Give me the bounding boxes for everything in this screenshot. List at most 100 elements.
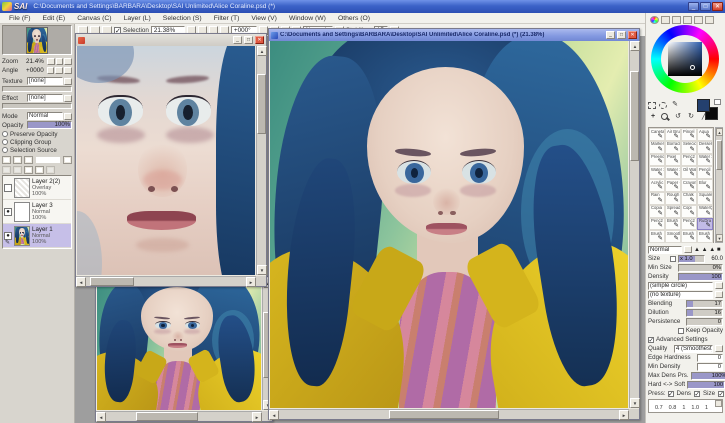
merge-down-button[interactable]: [13, 166, 22, 174]
closeup-canvas-window[interactable]: _ □ ✕ ▲ ▼ ◄ ►: [75, 33, 267, 287]
tool-waterq[interactable]: WaterQ ✎: [697, 204, 713, 218]
min-size-slider[interactable]: 0%: [678, 263, 723, 272]
main-window-titlebar[interactable]: C:\Documents and Settings\BARBARA\Deskto…: [269, 29, 639, 41]
rgb-slider-tab-icon[interactable]: [661, 16, 670, 24]
press-size-checkbox[interactable]: [694, 390, 700, 398]
closeup-close-button[interactable]: ✕: [255, 36, 264, 44]
tool-borracha[interactable]: Borracha✎: [665, 140, 681, 154]
tool-copia[interactable]: Copia ✎: [649, 204, 665, 218]
zoom-tool-icon[interactable]: [661, 112, 670, 122]
quality-dropdown[interactable]: 4 (Smoothest): [674, 344, 713, 353]
tool-brush[interactable]: Brush ✎: [665, 217, 681, 231]
persistence-slider[interactable]: 0: [686, 317, 723, 326]
main-canvas[interactable]: [270, 41, 628, 408]
size-unit-checkbox[interactable]: [670, 255, 676, 262]
dilution-slider[interactable]: 16: [686, 308, 723, 317]
tool-pixel[interactable]: Pixel ✎: [665, 153, 681, 167]
move-tool-icon[interactable]: +: [648, 112, 658, 122]
layer-visibility-checkbox[interactable]: [4, 183, 12, 192]
delete-layer-button[interactable]: [35, 166, 44, 174]
rotate-ccw-tool-icon[interactable]: ↺: [673, 112, 683, 122]
layer-mode-dropdown-button[interactable]: [64, 112, 72, 120]
small-canvas-window[interactable]: ▲ ▼ ◄ ►: [95, 276, 273, 422]
menu-selection[interactable]: Selection (S): [158, 14, 207, 23]
effect-dropdown[interactable]: [none]: [27, 94, 63, 102]
main-vertical-scrollbar[interactable]: ▲ ▼: [629, 41, 640, 408]
color-wheel-tab-icon[interactable]: [650, 16, 659, 24]
brush-size-preset[interactable]: 1: [705, 405, 708, 411]
menu-layer[interactable]: Layer (L): [119, 14, 156, 23]
wand-tool-icon[interactable]: ✎: [670, 100, 680, 110]
tool-oil-water[interactable]: Oil Water✎: [681, 166, 697, 180]
size-slider[interactable]: x 1.0: [678, 254, 705, 263]
brush-size-preset[interactable]: 1: [682, 405, 685, 411]
tool-water-1p0[interactable]: Water 1P0✎: [697, 153, 713, 167]
tool-smooth[interactable]: Smooth ✎: [665, 230, 681, 244]
tool-grid-scrollbar[interactable]: ▲ ▼: [715, 127, 723, 243]
paint-mode-dropdown-button[interactable]: [684, 246, 692, 253]
nav-zoom-reset-button[interactable]: [64, 57, 72, 65]
brush-size-preset[interactable]: 0.7: [655, 405, 663, 411]
tool-acrylic-0-10[interactable]: Acrylic +0/10✎: [649, 179, 665, 192]
new-layer-set-button[interactable]: [24, 156, 33, 164]
closeup-window-titlebar[interactable]: _ □ ✕: [76, 34, 266, 46]
brush-tip-shapes[interactable]: ▲ ▲ ▲ ■: [694, 247, 720, 253]
closeup-canvas[interactable]: [77, 46, 255, 275]
effect-dropdown-button[interactable]: [64, 94, 72, 102]
tool-water-1p0[interactable]: Water 1P0✎: [649, 166, 665, 180]
new-lineart-layer-button[interactable]: [13, 156, 22, 164]
main-maximize-button[interactable]: □: [617, 31, 626, 39]
tool-brush[interactable]: Brush ✎: [681, 230, 697, 244]
tool-rough-n[interactable]: Rough n✎: [665, 191, 681, 205]
layer-visibility-checkbox[interactable]: ●: [4, 207, 12, 216]
tool-paper-0-10[interactable]: Paper +0/10✎: [665, 179, 681, 192]
edge-hardness-field[interactable]: 0: [697, 353, 723, 362]
texture-dropdown[interactable]: [none]: [27, 77, 63, 85]
density-slider[interactable]: 100: [678, 272, 723, 281]
lasso-tool-icon[interactable]: [659, 101, 667, 109]
app-minimize-button[interactable]: _: [688, 2, 699, 11]
swap-color-swatch[interactable]: [714, 99, 721, 105]
menu-others[interactable]: Others (O): [333, 14, 375, 23]
nav-zoom-out-button[interactable]: [46, 57, 55, 65]
marquee-tool-icon[interactable]: [648, 101, 656, 109]
main-minimize-button[interactable]: _: [606, 31, 615, 39]
tool-pincel[interactable]: Pincel ✎: [681, 128, 697, 141]
color-mixer-tab-icon[interactable]: [683, 16, 692, 24]
max-dens-prs--slider[interactable]: 100%: [690, 371, 725, 380]
main-horizontal-scrollbar[interactable]: ◄ ►: [269, 409, 629, 420]
color-wheel[interactable]: [648, 25, 723, 97]
layer-opacity-slider[interactable]: 100%: [27, 121, 72, 129]
small-canvas[interactable]: [97, 278, 261, 410]
hsv-slider-tab-icon[interactable]: [672, 16, 681, 24]
blending-slider[interactable]: 17: [686, 299, 723, 308]
preset-scrollbar-button[interactable]: [715, 400, 722, 407]
scratchpad-tab-icon[interactable]: [705, 16, 714, 24]
hard-soft-slider[interactable]: 100: [687, 380, 725, 389]
menu-window[interactable]: Window (W): [284, 14, 331, 23]
foreground-color-swatch[interactable]: [697, 99, 710, 112]
tool-desselec[interactable]: Desselec✎: [697, 140, 713, 154]
swatches-tab-icon[interactable]: [694, 16, 703, 24]
layer-panel-option-button[interactable]: [63, 156, 72, 164]
menu-file[interactable]: File (F): [4, 14, 36, 23]
nav-zoom-in-button[interactable]: [55, 57, 64, 65]
layer-row-layer-1[interactable]: ● Layer 1 Normal 100% ✎: [3, 224, 71, 248]
small-horizontal-scrollbar[interactable]: ◄ ►: [96, 411, 262, 422]
nav-angle-reset-button[interactable]: [64, 66, 73, 74]
advanced-settings-checkbox[interactable]: [648, 336, 654, 344]
keep-opacity-checkbox[interactable]: [677, 327, 684, 334]
tool-aqua[interactable]: Aqua ✎: [697, 128, 713, 141]
new-layer-button[interactable]: [2, 156, 11, 164]
texture-dropdown-button[interactable]: [64, 77, 72, 85]
press-blend-checkbox[interactable]: [718, 390, 725, 398]
clear-layer-button[interactable]: [24, 166, 33, 174]
tool-selecion[interactable]: Selecion✎: [681, 140, 697, 154]
closeup-vertical-scrollbar[interactable]: ▲ ▼: [256, 46, 267, 275]
clipping-group-checkbox[interactable]: [2, 139, 8, 145]
app-titlebar[interactable]: SAI C:\Documents and Settings\BARBARA\De…: [0, 0, 725, 13]
closeup-horizontal-scrollbar[interactable]: ◄ ►: [76, 276, 256, 287]
brush-size-preset[interactable]: 1.0: [691, 405, 699, 411]
layer-row-layer-2-2-[interactable]: Layer 2(2) Overlay 100%: [3, 176, 71, 200]
tool-air-brush[interactable]: Air Brush✎: [665, 128, 681, 141]
